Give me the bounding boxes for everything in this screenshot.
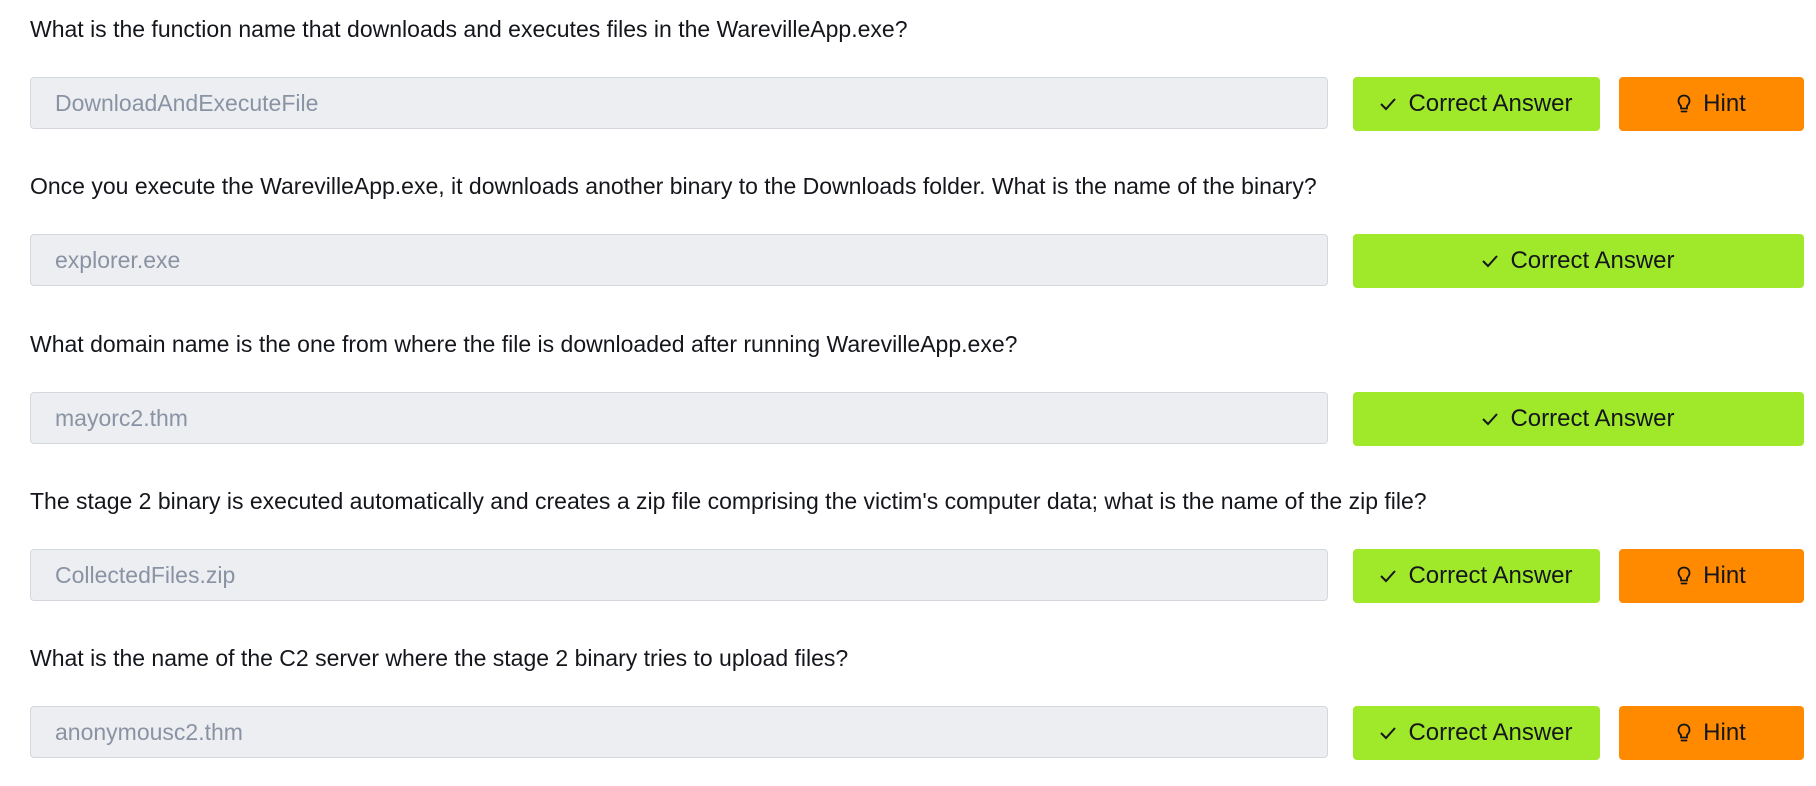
check-icon	[1380, 569, 1397, 583]
answer-field[interactable]	[30, 392, 1328, 444]
correct-answer-label: Correct Answer	[1408, 562, 1573, 589]
check-icon	[1380, 726, 1397, 740]
question-item: The stage 2 binary is executed automatic…	[30, 472, 1804, 629]
hint-label: Hint	[1703, 719, 1746, 746]
correct-answer-label: Correct Answer	[1408, 719, 1573, 746]
check-icon	[1482, 412, 1499, 426]
question-item: What domain name is the one from where t…	[30, 315, 1804, 472]
lightbulb-icon	[1677, 566, 1691, 586]
check-icon	[1482, 254, 1499, 268]
correct-answer-label: Correct Answer	[1408, 90, 1573, 117]
correct-answer-button[interactable]: Correct Answer	[1353, 234, 1804, 288]
correct-answer-label: Correct Answer	[1510, 405, 1675, 432]
correct-answer-label: Correct Answer	[1510, 247, 1675, 274]
question-item: What is the function name that downloads…	[30, 0, 1804, 157]
question-text: What is the name of the C2 server where …	[30, 645, 849, 671]
question-list: What is the function name that downloads…	[0, 0, 1816, 775]
question-text: Once you execute the WarevilleApp.exe, i…	[30, 173, 1317, 199]
question-text: What domain name is the one from where t…	[30, 331, 1018, 357]
hint-button[interactable]: Hint	[1619, 77, 1804, 131]
answer-field[interactable]	[30, 549, 1328, 601]
lightbulb-icon	[1677, 723, 1691, 743]
question-text: What is the function name that downloads…	[30, 16, 908, 42]
answer-field[interactable]	[30, 234, 1328, 286]
correct-answer-button[interactable]: Correct Answer	[1353, 392, 1804, 446]
hint-label: Hint	[1703, 90, 1746, 117]
correct-answer-button[interactable]: Correct Answer	[1353, 549, 1600, 603]
question-item: Once you execute the WarevilleApp.exe, i…	[30, 157, 1804, 314]
question-item: What is the name of the C2 server where …	[30, 629, 1804, 786]
question-text: The stage 2 binary is executed automatic…	[30, 488, 1427, 514]
check-icon	[1380, 97, 1397, 111]
hint-label: Hint	[1703, 562, 1746, 589]
hint-button[interactable]: Hint	[1619, 706, 1804, 760]
correct-answer-button[interactable]: Correct Answer	[1353, 706, 1600, 760]
correct-answer-button[interactable]: Correct Answer	[1353, 77, 1600, 131]
answer-field[interactable]	[30, 706, 1328, 758]
answer-field[interactable]	[30, 77, 1328, 129]
hint-button[interactable]: Hint	[1619, 549, 1804, 603]
lightbulb-icon	[1677, 94, 1691, 114]
